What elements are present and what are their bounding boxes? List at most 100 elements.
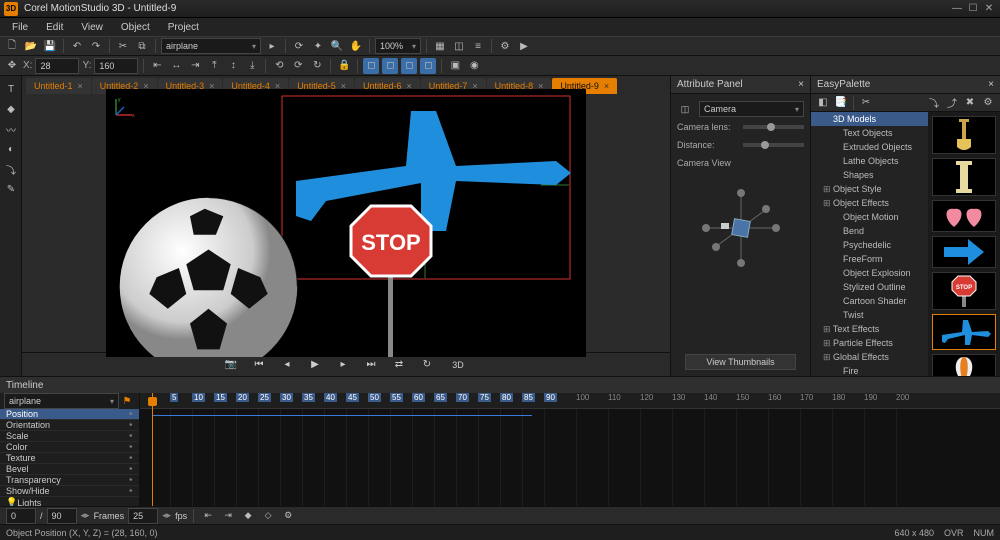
goto-start-icon[interactable]: ⏮ xyxy=(250,356,268,374)
align-right-icon[interactable]: ⇥ xyxy=(187,58,203,74)
undo-icon[interactable]: ↶ xyxy=(69,38,85,54)
stop-sign-object[interactable]: STOP xyxy=(341,194,441,357)
palette-item-hearts[interactable] xyxy=(932,200,996,232)
track-showhide[interactable]: Show/Hide⭑ xyxy=(0,486,139,497)
palette-mode-icon[interactable]: ◧ xyxy=(815,95,831,111)
rotate-y-icon[interactable]: ⟳ xyxy=(290,58,306,74)
playhead[interactable] xyxy=(152,393,153,506)
palette-item-arrow[interactable] xyxy=(932,236,996,268)
goto-end-icon[interactable]: ⏭ xyxy=(362,356,380,374)
tree-object-effects[interactable]: Object Effects xyxy=(811,196,928,210)
camera-lens-slider[interactable] xyxy=(743,125,804,129)
new-icon[interactable]: 🗋 xyxy=(4,38,20,54)
track-scale[interactable]: Scale⭑ xyxy=(0,431,139,442)
menu-project[interactable]: Project xyxy=(160,20,207,35)
track-texture[interactable]: Texture⭑ xyxy=(0,453,139,464)
view-front-icon[interactable]: ◻ xyxy=(363,58,379,74)
canvas[interactable]: y x xyxy=(106,89,586,357)
timeline-object-selector[interactable]: airplane xyxy=(4,393,119,409)
soccer-ball-object[interactable] xyxy=(116,194,301,357)
tree-freeform[interactable]: FreeForm xyxy=(811,252,928,266)
tree-text-objects[interactable]: Text Objects xyxy=(811,126,928,140)
tree-object-style[interactable]: Object Style xyxy=(811,182,928,196)
palette-tree[interactable]: 3D Models Text Objects Extruded Objects … xyxy=(811,112,928,376)
menu-object[interactable]: Object xyxy=(113,20,158,35)
lathe-tool-icon[interactable]: ◐ xyxy=(2,140,20,158)
repeat-icon[interactable]: ↻ xyxy=(418,356,436,374)
import-tool-icon[interactable]: ⤵ xyxy=(2,160,20,178)
save-icon[interactable]: 💾 xyxy=(42,38,58,54)
viewport[interactable]: y x xyxy=(22,94,670,352)
tab-untitled-1[interactable]: Untitled-1 xyxy=(26,78,91,94)
tree-lathe-objects[interactable]: Lathe Objects xyxy=(811,154,928,168)
view-thumbnails-button[interactable]: View Thumbnails xyxy=(685,354,795,370)
tl-settings-icon[interactable]: ⚙ xyxy=(280,508,296,524)
palette-item-shovel[interactable] xyxy=(932,116,996,154)
align-middle-icon[interactable]: ↕ xyxy=(225,58,241,74)
tree-fire[interactable]: Fire xyxy=(811,364,928,376)
shape-tool-icon[interactable]: ◆ xyxy=(2,100,20,118)
path-tool-icon[interactable]: 〰 xyxy=(2,120,20,138)
tree-text-effects[interactable]: Text Effects xyxy=(811,322,928,336)
palette-add-icon[interactable]: 📑 xyxy=(833,95,849,111)
3d-toggle[interactable]: 3D xyxy=(446,356,470,374)
tree-shapes[interactable]: Shapes xyxy=(811,168,928,182)
align-icon[interactable]: ≡ xyxy=(470,38,486,54)
next-frame-icon[interactable]: ▸ xyxy=(334,356,352,374)
play-icon[interactable]: ▶ xyxy=(516,38,532,54)
y-input[interactable]: 160 xyxy=(94,58,138,74)
snap-icon[interactable]: ◫ xyxy=(451,38,467,54)
palette-cut-icon[interactable]: ✂ xyxy=(858,95,874,111)
rotate-z-icon[interactable]: ↻ xyxy=(309,58,325,74)
tree-twist[interactable]: Twist xyxy=(811,308,928,322)
frame-to-input[interactable]: 90 xyxy=(47,508,77,524)
frame-from-input[interactable]: 0 xyxy=(6,508,36,524)
shaded-icon[interactable]: ◉ xyxy=(466,58,482,74)
palette-import-icon[interactable]: ⤵ xyxy=(926,95,942,111)
redo-icon[interactable]: ↷ xyxy=(88,38,104,54)
hand-icon[interactable]: ✋ xyxy=(348,38,364,54)
palette-delete-icon[interactable]: ✖ xyxy=(962,95,978,111)
tree-stylized-outline[interactable]: Stylized Outline xyxy=(811,280,928,294)
loop-icon[interactable]: ⇄ xyxy=(390,356,408,374)
tree-3d-models[interactable]: 3D Models xyxy=(811,112,928,126)
tree-cartoon-shader[interactable]: Cartoon Shader xyxy=(811,294,928,308)
palette-item-airplane[interactable] xyxy=(932,314,996,350)
lock-icon[interactable]: ⭑ xyxy=(129,409,133,419)
menu-edit[interactable]: Edit xyxy=(38,20,71,35)
palette-item-balloon[interactable] xyxy=(932,354,996,376)
align-center-icon[interactable]: ↔ xyxy=(168,58,184,74)
text-tool-icon[interactable]: T xyxy=(2,80,20,98)
magnify-icon[interactable]: 🔍 xyxy=(329,38,345,54)
select-arrow-icon[interactable]: ▸ xyxy=(264,38,280,54)
align-top-icon[interactable]: ⤒ xyxy=(206,58,222,74)
timeline-ruler[interactable]: 5101520253035404550556065707580859010011… xyxy=(140,393,1000,409)
view-persp-icon[interactable]: ◻ xyxy=(420,58,436,74)
palette-item-stopsign[interactable]: STOP xyxy=(932,272,996,310)
fps-input[interactable]: 25 xyxy=(128,508,158,524)
attr-close-icon[interactable]: × xyxy=(798,79,804,90)
track-color[interactable]: Color⭑ xyxy=(0,442,139,453)
tl-next-key-icon[interactable]: ⇥ xyxy=(220,508,236,524)
zoom-selector[interactable]: 100% xyxy=(375,38,421,54)
menu-view[interactable]: View xyxy=(73,20,111,35)
prev-frame-icon[interactable]: ◂ xyxy=(278,356,296,374)
tree-extruded-objects[interactable]: Extruded Objects xyxy=(811,140,928,154)
track-transparency[interactable]: Transparency⭑ xyxy=(0,475,139,486)
play-button-icon[interactable]: ▶ xyxy=(306,356,324,374)
timeline-flag-icon[interactable]: ⚑ xyxy=(119,393,135,409)
grid-icon[interactable]: ▦ xyxy=(432,38,448,54)
palette-options-icon[interactable]: ⚙ xyxy=(980,95,996,111)
tree-object-explosion[interactable]: Object Explosion xyxy=(811,266,928,280)
lock-icon[interactable]: 🔒 xyxy=(336,58,352,74)
menu-file[interactable]: File xyxy=(4,20,36,35)
tree-object-motion[interactable]: Object Motion xyxy=(811,210,928,224)
camera-view-gizmo[interactable] xyxy=(677,178,804,278)
track-bevel[interactable]: Bevel⭑ xyxy=(0,464,139,475)
align-bottom-icon[interactable]: ⤓ xyxy=(244,58,260,74)
tree-particle-effects[interactable]: Particle Effects xyxy=(811,336,928,350)
view-top-icon[interactable]: ◻ xyxy=(401,58,417,74)
track-position[interactable]: Position⭑ xyxy=(0,409,139,420)
attr-cube-icon[interactable]: ◫ xyxy=(677,101,693,117)
tl-remove-key-icon[interactable]: ◇ xyxy=(260,508,276,524)
